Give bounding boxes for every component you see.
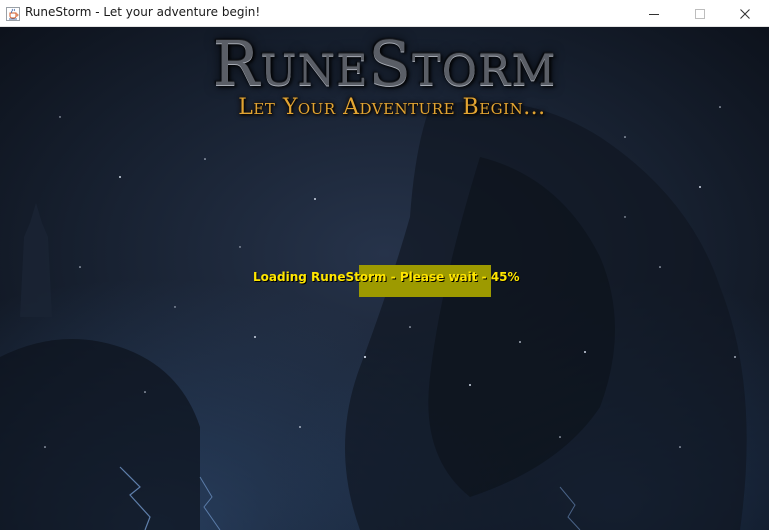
- java-cup-icon: [6, 6, 20, 21]
- close-button[interactable]: [722, 0, 768, 27]
- loading-status-text: Loading RuneStorm - Please wait - 45%: [253, 270, 520, 284]
- minimize-icon: [649, 13, 659, 15]
- runestorm-logo: RuneStorm: [212, 27, 557, 100]
- window-title: RuneStorm - Let your adventure begin!: [25, 5, 261, 19]
- minimize-button[interactable]: [631, 0, 677, 27]
- title-bar[interactable]: RuneStorm - Let your adventure begin!: [0, 0, 769, 27]
- maximize-icon: [695, 8, 705, 19]
- game-client-window: RuneStorm - Let your adventure begin! Ru…: [0, 0, 769, 530]
- game-canvas[interactable]: RuneStorm Let Your Adventure Begin... Lo…: [0, 27, 769, 530]
- maximize-button[interactable]: [677, 0, 723, 27]
- tagline: Let Your Adventure Begin...: [238, 95, 546, 120]
- close-icon: [740, 8, 750, 19]
